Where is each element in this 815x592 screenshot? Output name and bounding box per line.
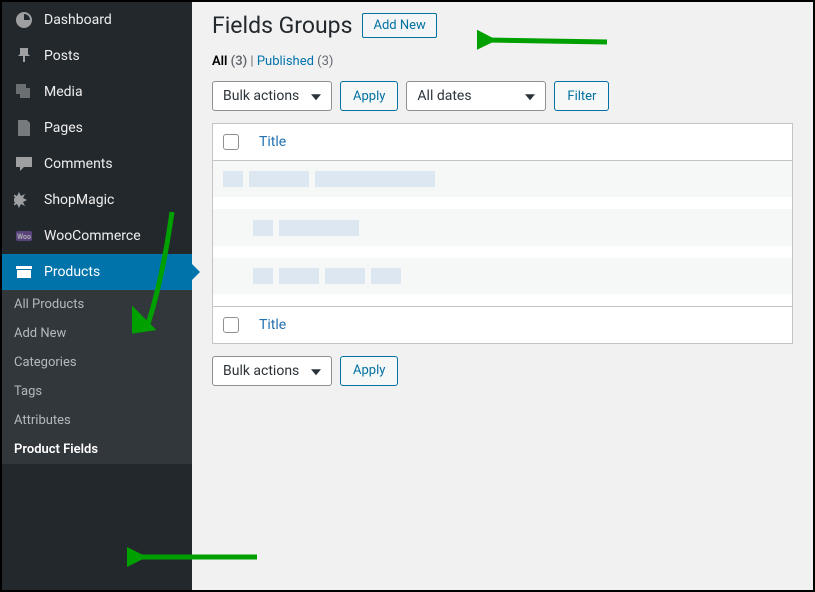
sidebar-item-woocommerce[interactable]: Woo WooCommerce (2, 218, 192, 254)
sidebar-sub-attributes[interactable]: Attributes (2, 406, 192, 435)
sidebar-item-label: ShopMagic (44, 192, 114, 208)
magic-icon (14, 190, 34, 210)
sidebar-item-label: Comments (44, 156, 113, 172)
table-row[interactable] (213, 209, 793, 245)
page-icon (14, 118, 34, 138)
sidebar-item-shopmagic[interactable]: ShopMagic (2, 182, 192, 218)
pin-icon (14, 46, 34, 66)
filter-all-link[interactable]: All (3) (212, 54, 247, 69)
main-content: Fields Groups Add New All (3) | Publishe… (192, 2, 813, 590)
sidebar-submenu: All Products Add New Categories Tags Att… (2, 290, 192, 464)
sidebar-item-label: Dashboard (44, 12, 112, 28)
sidebar-item-media[interactable]: Media (2, 74, 192, 110)
sidebar-item-label: Products (44, 264, 100, 280)
tablenav-bottom: Bulk actions Apply (212, 356, 793, 386)
sidebar-item-label: Posts (44, 48, 80, 64)
tablenav-top: Bulk actions Apply All dates Filter (212, 81, 793, 111)
apply-button-bottom[interactable]: Apply (340, 356, 398, 386)
comment-icon (14, 154, 34, 174)
table-row[interactable] (213, 294, 793, 307)
sidebar-sub-tags[interactable]: Tags (2, 377, 192, 406)
date-filter-select[interactable]: All dates (406, 81, 546, 111)
sidebar-sub-add-new[interactable]: Add New (2, 319, 192, 348)
add-new-button[interactable]: Add New (362, 13, 436, 38)
table-row[interactable] (213, 161, 793, 198)
sidebar-item-pages[interactable]: Pages (2, 110, 192, 146)
apply-button[interactable]: Apply (340, 81, 398, 111)
dashboard-icon (14, 10, 34, 30)
filter-button[interactable]: Filter (554, 81, 609, 111)
sidebar-item-posts[interactable]: Posts (2, 38, 192, 74)
select-all-checkbox-bottom[interactable] (223, 317, 239, 333)
table-row[interactable] (213, 246, 793, 258)
sidebar-item-dashboard[interactable]: Dashboard (2, 2, 192, 38)
sidebar-sub-product-fields[interactable]: Product Fields (2, 435, 192, 464)
fields-groups-table: Title Title (212, 123, 793, 344)
bulk-actions-select-bottom[interactable]: Bulk actions (212, 356, 332, 386)
sidebar-item-comments[interactable]: Comments (2, 146, 192, 182)
page-title: Fields Groups (212, 12, 352, 39)
status-filter: All (3) | Published (3) (212, 54, 793, 69)
table-row[interactable] (213, 197, 793, 209)
sidebar-item-products[interactable]: Products (2, 254, 192, 290)
archive-icon (14, 262, 34, 282)
svg-text:Woo: Woo (17, 233, 31, 241)
sidebar-sub-categories[interactable]: Categories (2, 348, 192, 377)
sidebar-item-label: WooCommerce (44, 228, 141, 244)
sidebar-sub-all-products[interactable]: All Products (2, 290, 192, 319)
sidebar-item-label: Media (44, 84, 83, 100)
page-header: Fields Groups Add New (212, 12, 793, 39)
select-all-checkbox-top[interactable] (223, 134, 239, 150)
bulk-actions-select[interactable]: Bulk actions (212, 81, 332, 111)
column-footer-title[interactable]: Title (249, 306, 793, 343)
column-header-title[interactable]: Title (249, 124, 793, 161)
admin-sidebar: Dashboard Posts Media Pages Comments Sho… (2, 2, 192, 590)
media-icon (14, 82, 34, 102)
filter-published-link[interactable]: Published (3) (257, 54, 334, 69)
sidebar-item-label: Pages (44, 120, 83, 136)
woocommerce-icon: Woo (14, 226, 34, 246)
table-row[interactable] (213, 258, 793, 294)
